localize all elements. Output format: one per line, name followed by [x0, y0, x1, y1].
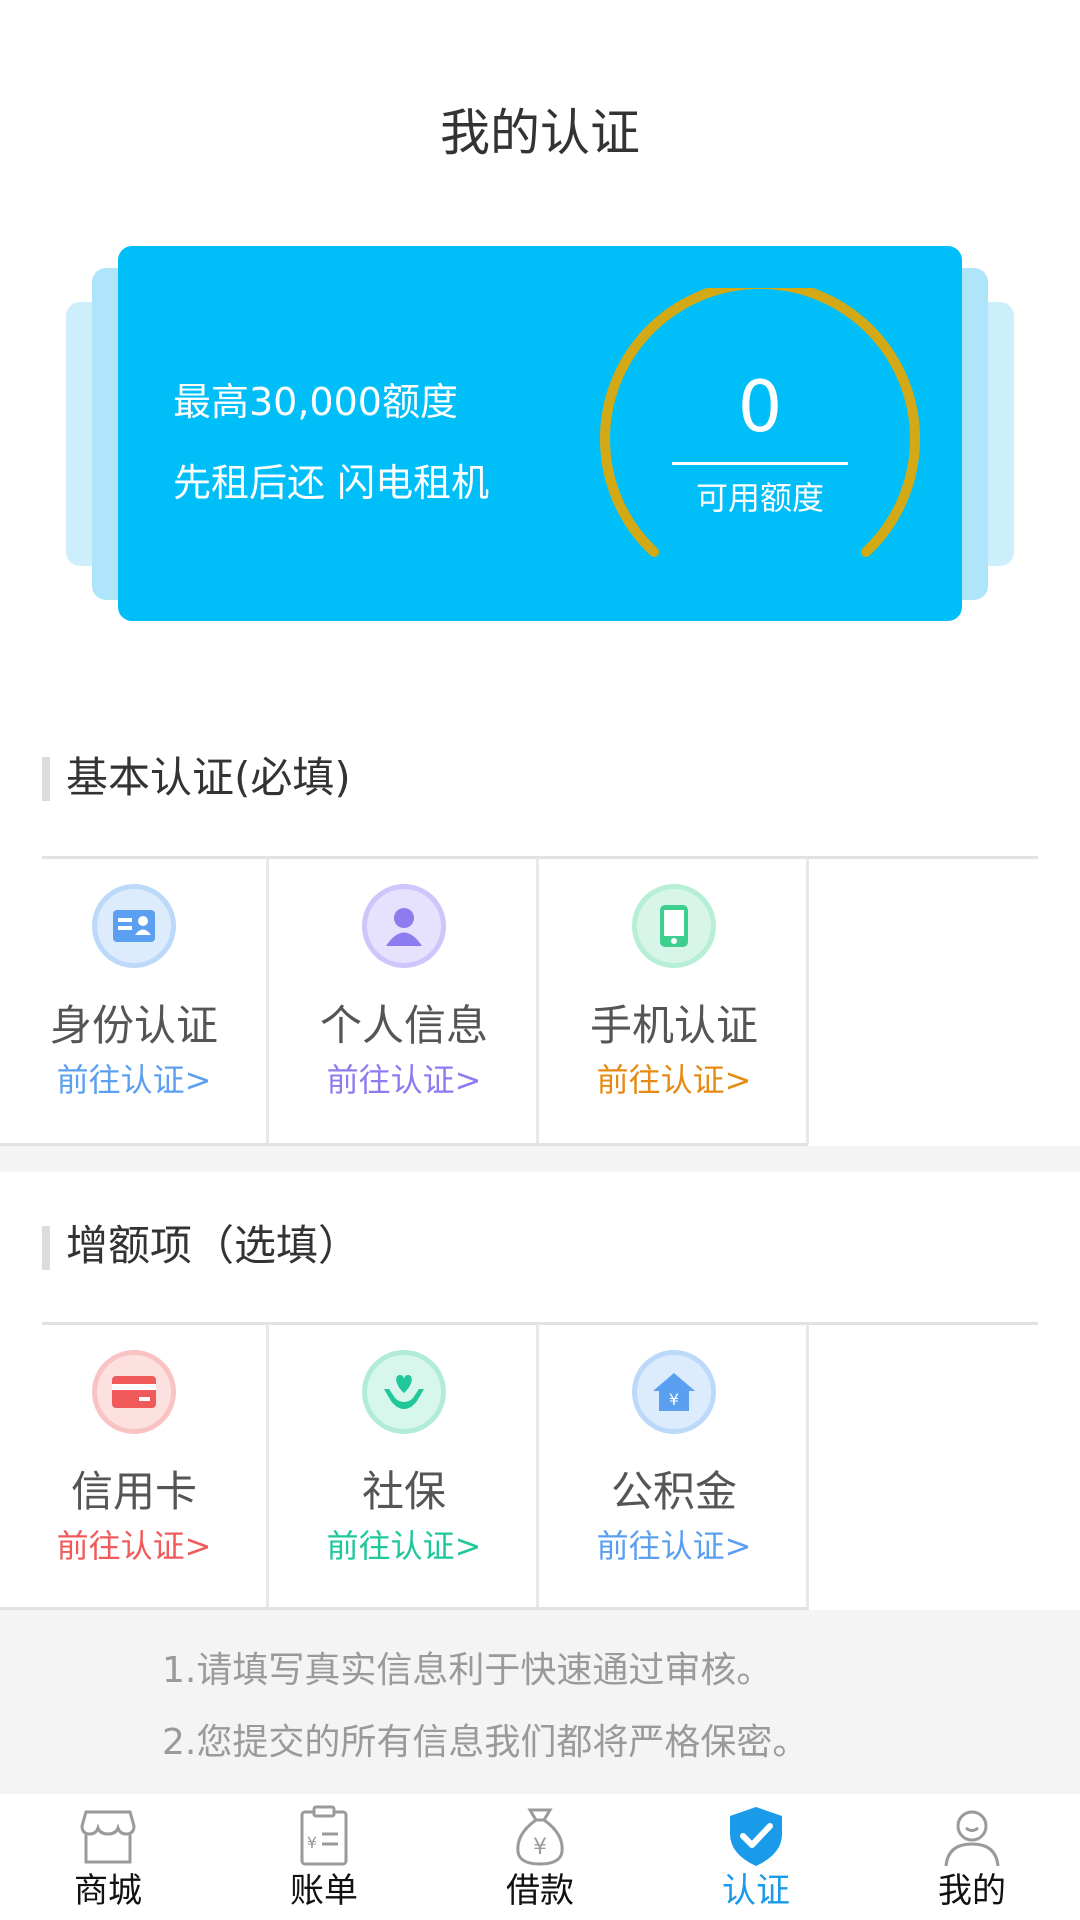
- tile-label: 身份认证: [49, 1001, 218, 1050]
- tab-mine[interactable]: 我的: [864, 1794, 1080, 1920]
- available-quota-value: 0: [737, 366, 783, 448]
- page-title: 我的认证: [440, 104, 640, 162]
- tab-label: 商城: [74, 1871, 142, 1911]
- tile-label: 信用卡: [70, 1467, 197, 1516]
- social-security-icon: [362, 1350, 446, 1434]
- notice-panel: 1.请填写真实信息利于快速通过审核。 2.您提交的所有信息我们都将严格保密。: [0, 1610, 1080, 1794]
- tile-label: 社保: [361, 1467, 446, 1516]
- go-verify-link[interactable]: 前往认证>: [0, 1524, 268, 1568]
- card-max-quota: 最高30,000额度: [173, 380, 458, 424]
- section-marker: [42, 1226, 50, 1270]
- phone-icon: [632, 884, 716, 968]
- go-verify-link[interactable]: 前往认证>: [270, 1058, 538, 1102]
- svg-text:¥: ¥: [533, 1835, 547, 1860]
- tab-loan[interactable]: ¥ 借款: [432, 1794, 648, 1920]
- tile-label: 个人信息: [319, 1001, 488, 1050]
- money-bag-icon: ¥: [516, 1808, 564, 1866]
- basic-item-personal[interactable]: 个人信息 前往认证>: [270, 858, 538, 1144]
- go-verify-link[interactable]: 前往认证>: [0, 1058, 268, 1102]
- go-verify-link[interactable]: 前往认证>: [540, 1058, 808, 1102]
- tile-label: 公积金: [610, 1467, 737, 1516]
- extra-item-housing-fund[interactable]: ¥ 公积金 前往认证>: [540, 1324, 808, 1610]
- basic-item-phone[interactable]: 手机认证 前往认证>: [540, 858, 808, 1144]
- notice-line: 2.您提交的所有信息我们都将严格保密。: [162, 1722, 809, 1763]
- bottom-tab-bar: 商城 ¥ 账单 ¥ 借款 认证 我的: [0, 1794, 1080, 1920]
- id-card-icon: [92, 884, 176, 968]
- extra-section-title: 增额项（选填）: [66, 1221, 361, 1270]
- tab-label: 我的: [938, 1871, 1006, 1911]
- credit-card-icon: [92, 1350, 176, 1434]
- user-icon: [944, 1810, 1000, 1867]
- basic-item-id[interactable]: 身份认证 前往认证>: [0, 858, 268, 1144]
- extra-item-credit-card[interactable]: 信用卡 前往认证>: [0, 1324, 268, 1610]
- svg-text:¥: ¥: [669, 1390, 679, 1409]
- tab-bill[interactable]: ¥ 账单: [216, 1794, 432, 1920]
- basic-section-title: 基本认证(必填): [66, 753, 351, 802]
- gauge-divider: [672, 462, 848, 465]
- svg-text:¥: ¥: [307, 1833, 317, 1852]
- extra-item-social-security[interactable]: 社保 前往认证>: [270, 1324, 538, 1610]
- tab-store[interactable]: 商城: [0, 1794, 216, 1920]
- store-icon: [80, 1810, 136, 1864]
- card-slogan: 先租后还 闪电租机: [173, 461, 490, 505]
- tile-label: 手机认证: [589, 1001, 758, 1050]
- shield-check-icon: [730, 1807, 782, 1866]
- section-gap: [0, 1146, 1080, 1172]
- tab-label: 借款: [506, 1871, 574, 1911]
- person-icon: [362, 884, 446, 968]
- notice-line: 1.请填写真实信息利于快速通过审核。: [162, 1650, 773, 1691]
- go-verify-link[interactable]: 前往认证>: [540, 1524, 808, 1568]
- section-marker: [42, 757, 50, 801]
- available-quota-label: 可用额度: [695, 479, 824, 517]
- tab-verify[interactable]: 认证: [648, 1794, 864, 1920]
- bill-icon: ¥: [300, 1805, 348, 1866]
- housing-fund-icon: ¥: [632, 1350, 716, 1434]
- go-verify-link[interactable]: 前往认证>: [270, 1524, 538, 1568]
- tab-label: 账单: [290, 1871, 358, 1911]
- tab-label: 认证: [722, 1871, 790, 1911]
